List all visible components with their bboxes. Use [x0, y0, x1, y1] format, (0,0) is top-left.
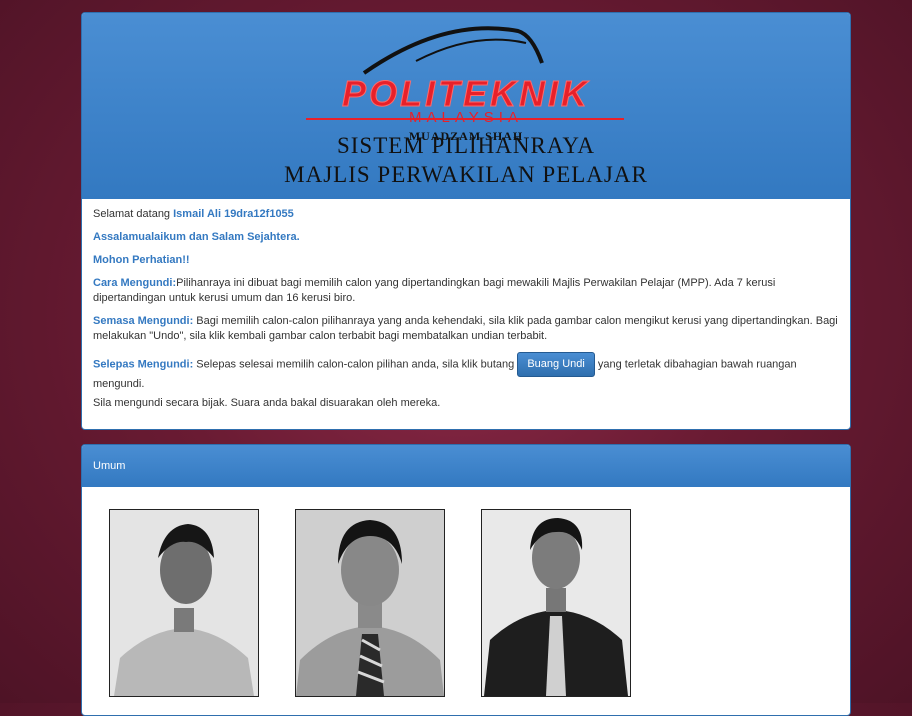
- candidate-photo-3[interactable]: [481, 509, 631, 697]
- cara-paragraph: Cara Mengundi:Pilihanraya ini dibuat bag…: [93, 276, 838, 306]
- user-name: Ismail Ali 19dra12f1055: [173, 208, 294, 220]
- greeting: Assalamualaikum dan Salam Sejahtera.: [93, 231, 300, 243]
- buang-undi-button[interactable]: Buang Undi: [517, 352, 595, 377]
- polytechnic-logo: POLITEKNIK MALAYSIA MUADZAM SHAH: [304, 21, 628, 143]
- cara-label: Cara Mengundi:: [93, 277, 177, 289]
- candidate-photo-2[interactable]: [295, 509, 445, 697]
- selepas-paragraph: Selepas Mengundi: Selepas selesai memili…: [93, 352, 838, 392]
- semasa-text: Bagi memilih calon-calon pilihanraya yan…: [93, 315, 838, 342]
- candidate-portrait-icon: [296, 510, 444, 696]
- semasa-paragraph: Semasa Mengundi: Bagi memilih calon-calo…: [93, 314, 838, 344]
- umum-panel: Umum: [81, 444, 851, 716]
- candidate-photo-1[interactable]: [109, 509, 259, 697]
- notice: Mohon Perhatian!!: [93, 254, 190, 266]
- candidate-portrait-icon: [110, 510, 258, 696]
- candidate-portrait-icon: [482, 510, 630, 696]
- section-header: Umum: [82, 445, 850, 487]
- welcome-prefix: Selamat datang: [93, 208, 171, 220]
- logo-arc-icon: [362, 26, 544, 75]
- logo-subtext: MALAYSIA: [409, 109, 523, 126]
- instructions-content: Selamat datang Ismail Ali 19dra12f1055 A…: [82, 199, 850, 411]
- welcome-line: Selamat datang Ismail Ali 19dra12f1055: [93, 207, 838, 222]
- semasa-label: Semasa Mengundi:: [93, 315, 194, 327]
- header-banner: POLITEKNIK MALAYSIA MUADZAM SHAH SISTEM …: [82, 13, 850, 199]
- selepas-text-before: Selepas selesai memilih calon-calon pili…: [193, 358, 515, 371]
- selepas-label: Selepas Mengundi:: [93, 358, 194, 371]
- system-title: SISTEM PILIHANRAYA: [336, 133, 596, 158]
- cara-text: Pilihanraya ini dibuat bagi memilih calo…: [93, 277, 776, 304]
- info-panel: POLITEKNIK MALAYSIA MUADZAM SHAH SISTEM …: [81, 12, 851, 430]
- system-subtitle: MAJLIS PERWAKILAN PELAJAR: [284, 162, 648, 187]
- closing-text: Sila mengundi secara bijak. Suara anda b…: [93, 397, 441, 409]
